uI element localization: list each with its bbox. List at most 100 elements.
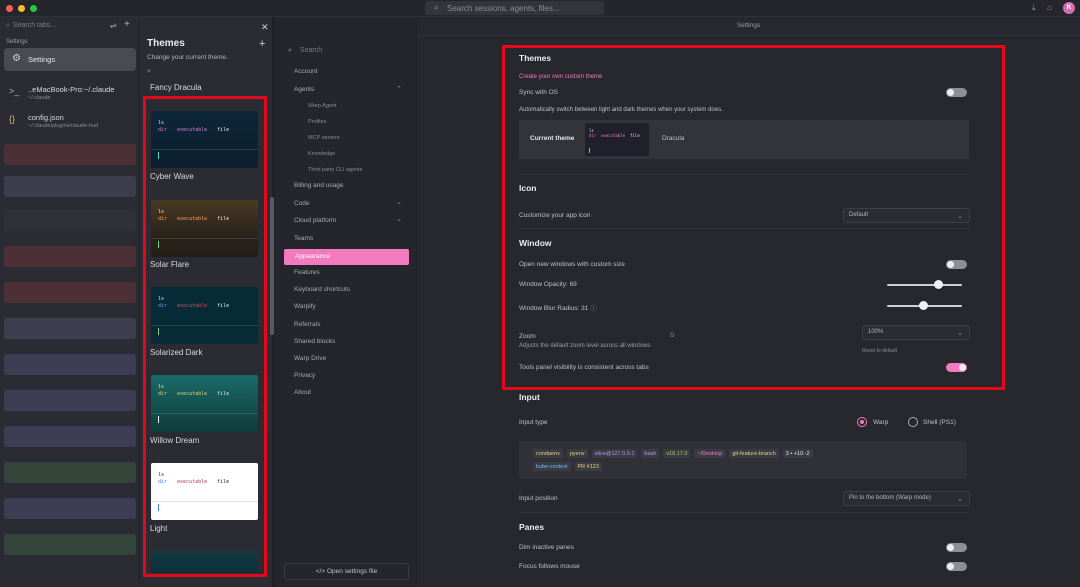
settings-main: Settings Themes Create your own custom t… — [417, 17, 1080, 587]
blurred-tab[interactable] — [4, 354, 136, 375]
prompt-chip: kube-context — [533, 462, 571, 471]
json-file-icon: {} — [9, 114, 16, 124]
new-tab-icon[interactable]: + — [124, 19, 130, 30]
blurred-tab[interactable] — [4, 246, 136, 267]
prompt-chip: alice@127.0.0.1 — [591, 449, 638, 458]
tab-filter-icon[interactable]: ⇌ — [110, 21, 117, 30]
global-search-bar[interactable]: ⌕ Search sessions, agents, files... — [425, 1, 604, 15]
nav-code[interactable]: Code — [294, 200, 310, 207]
nav-features[interactable]: Features — [294, 269, 320, 276]
tab-terminal-path: ~/.claude — [28, 95, 51, 101]
close-window-button[interactable] — [6, 5, 13, 12]
highlight-box-appearance-settings — [502, 45, 1005, 390]
themes-panel-subtitle: Change your current theme. — [147, 54, 228, 61]
settings-search-placeholder: Search — [299, 47, 323, 54]
chevron-down-icon[interactable]: ⌄ — [396, 198, 402, 206]
nav-shared-blocks[interactable]: Shared blocks — [294, 338, 335, 345]
tab-file[interactable]: {} config.json ~/.claude/plugins/claude-h… — [6, 113, 134, 133]
nav-teams[interactable]: Teams — [294, 235, 313, 242]
tabs-sidebar: ⌕ Search tabs... ⇌ + Settings ⚙ Settings … — [0, 17, 140, 587]
section-heading-panes: Panes — [519, 522, 545, 532]
prompt-chip: git-feature-branch — [729, 449, 779, 458]
blurred-tab[interactable] — [4, 318, 136, 339]
nav-warpify[interactable]: Warpify — [294, 303, 316, 310]
nav-privacy[interactable]: Privacy — [294, 372, 315, 379]
zoom-window-button[interactable] — [30, 5, 37, 12]
nav-third-party-agents[interactable]: Third party CLI agents — [308, 167, 362, 173]
blurred-tab[interactable] — [4, 282, 136, 303]
focus-mouse-label: Focus follows mouse — [519, 563, 580, 570]
open-settings-file-button[interactable]: </> Open settings file — [284, 563, 409, 580]
tab-search-input[interactable]: ⌕ Search tabs... — [6, 22, 56, 30]
nav-billing[interactable]: Billing and usage — [294, 182, 344, 189]
prompt-chip: bash — [641, 449, 660, 458]
search-icon: ⌕ — [288, 47, 292, 54]
nav-mcp-servers[interactable]: MCP servers — [308, 135, 340, 141]
themes-panel-title: Themes — [147, 38, 185, 49]
prompt-chip: PR #123 — [574, 462, 602, 471]
tab-terminal[interactable]: >_ ..eMacBook-Pro:~/.claude ~/.claude — [6, 85, 134, 105]
input-type-shell-label[interactable]: Shell (PS1) — [923, 419, 956, 426]
theme-search-icon[interactable]: ⌕ — [147, 68, 151, 76]
nav-keyboard-shortcuts[interactable]: Keyboard shortcuts — [294, 286, 350, 293]
blurred-tab[interactable] — [4, 210, 136, 231]
gear-icon: ⚙ — [12, 53, 21, 64]
nav-cloud-platform[interactable]: Cloud platform — [294, 217, 336, 224]
chevron-up-icon[interactable]: ⌃ — [396, 85, 402, 93]
input-position-label: Input position — [519, 495, 558, 502]
nav-profiles[interactable]: Profiles — [308, 119, 326, 125]
tab-settings-label: Settings — [28, 55, 56, 64]
prompt-chip: condaenv — [533, 449, 563, 458]
input-type-warp-radio[interactable] — [857, 417, 867, 427]
nav-about[interactable]: About — [294, 389, 311, 396]
settings-nav: ⌕ Search Account Agents ⌃ Warp Agent Prof… — [274, 17, 417, 587]
dim-panes-label: Dim inactive panes — [519, 544, 574, 551]
prompt-chip: pyenv — [566, 449, 588, 458]
prompt-chip: ~/Desktop — [694, 449, 726, 458]
nav-warp-agent[interactable]: Warp Agent — [308, 103, 337, 109]
tab-settings[interactable]: ⚙ Settings — [4, 48, 136, 71]
nav-knowledge[interactable]: Knowledge — [308, 151, 335, 157]
blurred-tab[interactable] — [4, 426, 136, 447]
open-settings-file-label: Open settings file — [326, 568, 378, 575]
avatar[interactable]: K — [1063, 2, 1075, 14]
dim-panes-toggle[interactable] — [946, 543, 967, 552]
chevron-down-icon[interactable]: ⌄ — [396, 215, 402, 223]
add-theme-icon[interactable]: + — [259, 38, 265, 50]
divider — [519, 512, 969, 513]
nav-warp-drive[interactable]: Warp Drive — [294, 355, 326, 362]
blurred-tab[interactable] — [4, 498, 136, 519]
prompt-chips-preview[interactable]: condaenv pyenv alice@127.0.0.1 bash v18.17.0… — [519, 441, 967, 479]
nav-appearance[interactable]: Appearance — [284, 249, 409, 265]
focus-mouse-toggle[interactable] — [946, 562, 967, 571]
page-title: Settings — [736, 22, 761, 29]
input-type-shell-radio[interactable] — [908, 417, 918, 427]
search-icon: ⌕ — [434, 3, 439, 12]
nav-account[interactable]: Account — [294, 68, 318, 75]
terminal-icon: >_ — [9, 86, 20, 96]
close-icon[interactable]: ✕ — [261, 22, 269, 33]
themes-panel: ✕ Themes + Change your current theme. ⌕ … — [140, 17, 274, 587]
blurred-tab[interactable] — [4, 462, 136, 483]
settings-search-input[interactable]: ⌕ Search — [288, 47, 322, 55]
blurred-tab[interactable] — [4, 176, 136, 197]
tab-terminal-title: ..eMacBook-Pro:~/.claude — [28, 85, 115, 94]
minimize-window-button[interactable] — [18, 5, 25, 12]
nav-referrals[interactable]: Referrals — [294, 321, 320, 328]
nav-agents[interactable]: Agents — [294, 86, 314, 93]
blurred-tab[interactable] — [4, 534, 136, 555]
theme-item-fancy-dracula[interactable]: Fancy Dracula — [150, 83, 202, 92]
chevron-down-icon: ⌄ — [957, 496, 963, 503]
code-icon: </> — [315, 568, 326, 575]
title-bar: ⌕ Search sessions, agents, files... ⤓ ⌂ … — [0, 0, 1080, 17]
blurred-tab[interactable] — [4, 144, 136, 165]
tab-group-label: Settings — [6, 39, 28, 45]
inbox-icon[interactable]: ⌂ — [1047, 3, 1052, 12]
input-type-warp-label[interactable]: Warp — [873, 419, 888, 426]
blurred-tab[interactable] — [4, 390, 136, 411]
download-icon[interactable]: ⤓ — [1032, 3, 1036, 13]
highlight-box-themes-list — [143, 96, 267, 577]
search-icon: ⌕ — [6, 22, 10, 29]
tab-search-placeholder: Search tabs... — [12, 22, 57, 29]
input-position-dropdown[interactable]: Pin to the bottom (Warp mode) ⌄ — [843, 491, 970, 506]
